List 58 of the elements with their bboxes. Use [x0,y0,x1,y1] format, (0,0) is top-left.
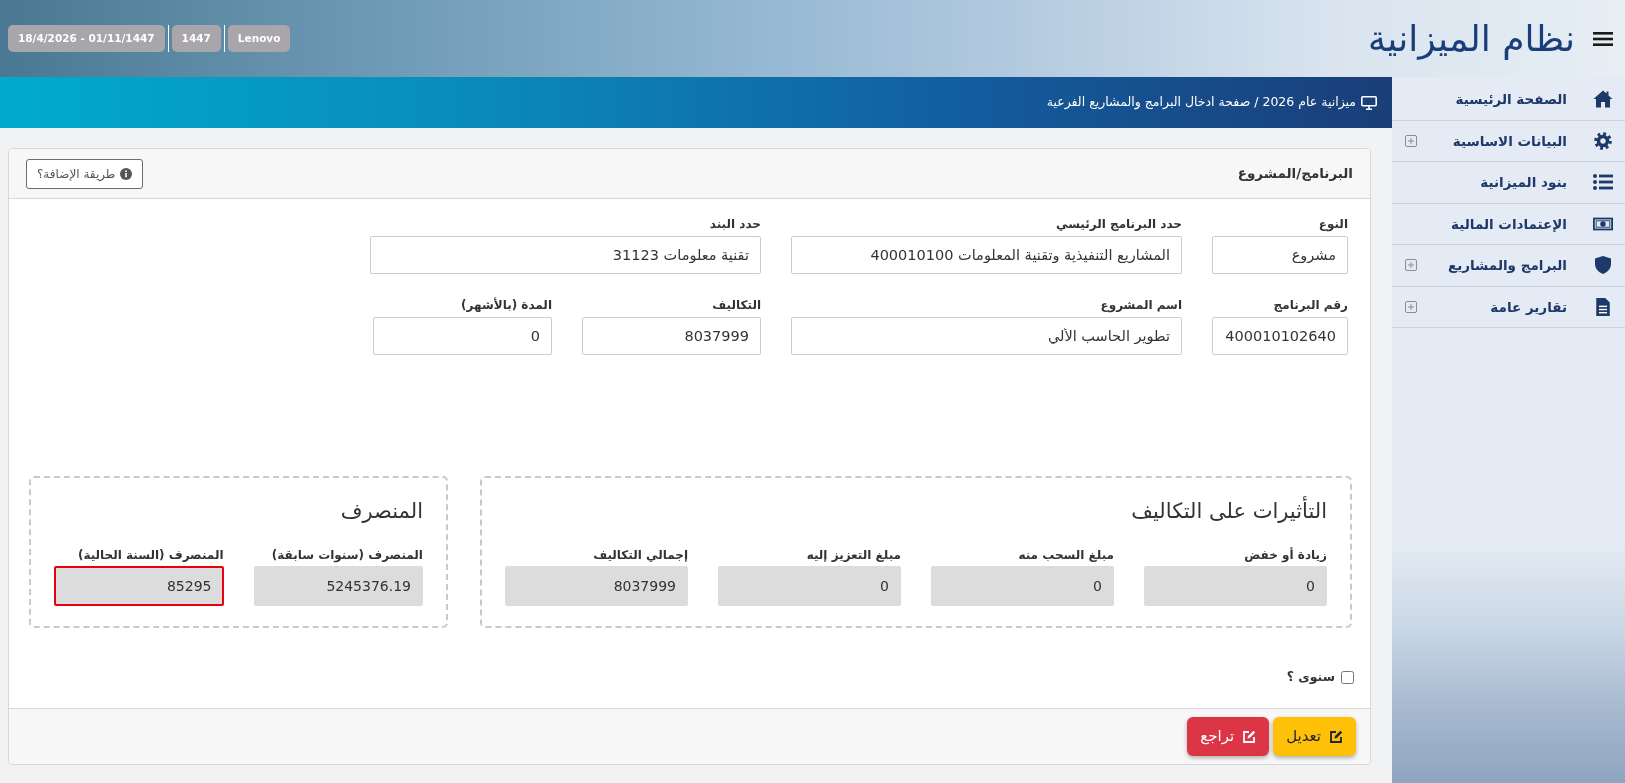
field-label: حدد البند [708,216,761,232]
text-field[interactable]: مشروع [1212,236,1348,274]
text-field[interactable]: 400010102640 [1212,317,1348,355]
info-badge: 18/4/2026 - 01/11/1447 [8,25,165,52]
sidebar-item[interactable]: الإعتمادات المالية [1392,203,1625,245]
field-label: المنصرف (سنوات سابقة) [270,547,423,563]
card-title: البرنامج/المشروع [1237,164,1353,184]
menu-icon[interactable] [1593,31,1613,46]
field-label: النوع [1317,216,1348,232]
field-label: المنصرف (السنة الحالية) [76,547,224,563]
field-label: مبلغ السحب منه [1017,547,1114,563]
field-label: مبلغ التعزيز إليه [805,547,901,563]
home-icon [1593,90,1613,109]
info-icon [120,167,133,180]
field-label: المدة (بالأشهر) [460,297,552,313]
expand-icon[interactable] [1405,134,1417,147]
info-badge: Lenovo [227,25,291,52]
field-label: رقم البرنامج [1272,297,1348,313]
edit-icon [1329,729,1343,744]
annual-checkbox[interactable] [1341,670,1354,684]
text-field[interactable]: تقنية معلومات 31123 [370,236,761,274]
field-label: إجمالي التكاليف [592,547,688,563]
field-label: حدد البرنامج الرئيسي [1055,216,1182,232]
text-field[interactable]: المشاريع التنفيذية وتقنية المعلومات 400010100 [791,236,1182,274]
edit-button[interactable]: تعديل [1273,717,1356,756]
readonly-field[interactable]: 5245376.19 [253,566,423,606]
expand-icon[interactable] [1405,259,1417,272]
text-field[interactable]: 0 [373,317,552,355]
field-label: اسم المشروع [1099,297,1182,313]
expand-icon[interactable] [1405,300,1417,313]
app-title: نظام الميزانية [1368,16,1575,61]
info-badge: 1447 [171,25,221,52]
text-field[interactable]: 8037999 [582,317,761,355]
readonly-field[interactable]: 85295 [54,566,224,606]
text-field[interactable]: تطوير الحاسب الألي [791,317,1182,355]
sidebar-item[interactable]: الصفحة الرئيسية [1392,79,1625,121]
breadcrumb-text: ميزانية عام 2026 / صفحة ادخال البرامج والمشاريع الفرعية [1046,93,1356,112]
undo-button[interactable]: تراجع [1187,717,1270,756]
field-label: التكاليف [711,297,761,313]
shield-icon [1593,256,1613,275]
document-icon [1593,297,1613,316]
readonly-field[interactable]: 0 [931,566,1114,606]
panel-title: التأثيرات على التكاليف [505,497,1327,525]
checkbox-label: سنوى ؟ [1286,667,1335,686]
readonly-field[interactable]: 8037999 [505,566,688,606]
help-button[interactable]: طريقة الإضافة؟ [26,158,144,189]
sidebar-item[interactable]: تقارير عامة [1392,286,1625,328]
sidebar-item[interactable]: البرامج والمشاريع [1392,245,1625,287]
sidebar-item[interactable]: بنود الميزانية [1392,162,1625,204]
sidebar-item[interactable]: البيانات الاساسية [1392,120,1625,162]
readonly-field[interactable]: 0 [1144,566,1327,606]
monitor-icon [1361,95,1377,110]
list-icon [1593,173,1613,192]
edit-icon [1242,729,1257,744]
readonly-field[interactable]: 0 [718,566,901,606]
gear-icon [1593,131,1613,150]
field-label: زيادة أو خفض [1243,547,1327,563]
panel-title: المنصرف [339,498,423,525]
